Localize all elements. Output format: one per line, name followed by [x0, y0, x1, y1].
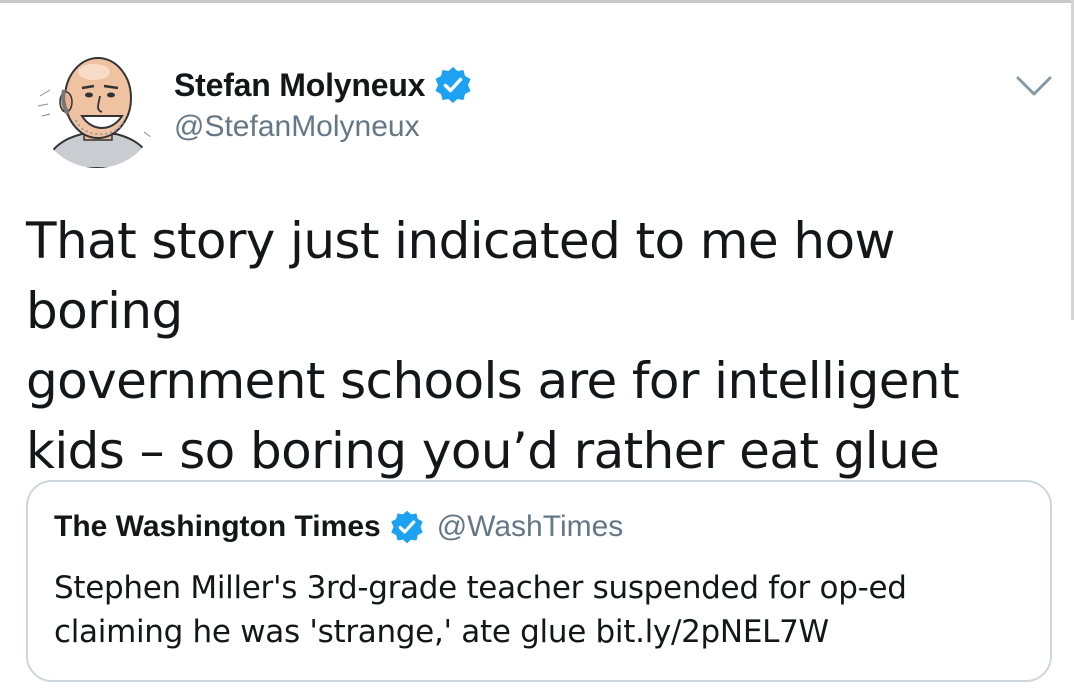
quoted-tweet-header: The Washington Times @WashTimes	[54, 504, 623, 550]
verified-badge-icon	[433, 65, 473, 105]
author-name-row: Stefan Molyneux	[174, 64, 473, 106]
quoted-author-handle: @WashTimes	[436, 510, 624, 543]
quoted-tweet-card[interactable]: The Washington Times @WashTimes Stephen …	[26, 480, 1052, 682]
author-name[interactable]: Stefan Molyneux	[174, 67, 425, 104]
tweet-text: That story just indicated to me how bori…	[26, 212, 960, 480]
author-handle[interactable]: @StefanMolyneux	[174, 110, 420, 144]
tweet-menu-button[interactable]	[1014, 70, 1054, 102]
top-divider	[0, 0, 1074, 3]
quoted-author-name: The Washington Times	[54, 510, 381, 543]
quoted-tweet-text: Stephen Miller's 3rd-grade teacher suspe…	[54, 570, 907, 650]
author-avatar[interactable]	[36, 46, 158, 168]
chevron-down-icon	[1016, 76, 1052, 96]
caricature-avatar-icon	[37, 57, 156, 168]
quoted-verified-badge-icon	[389, 509, 425, 545]
